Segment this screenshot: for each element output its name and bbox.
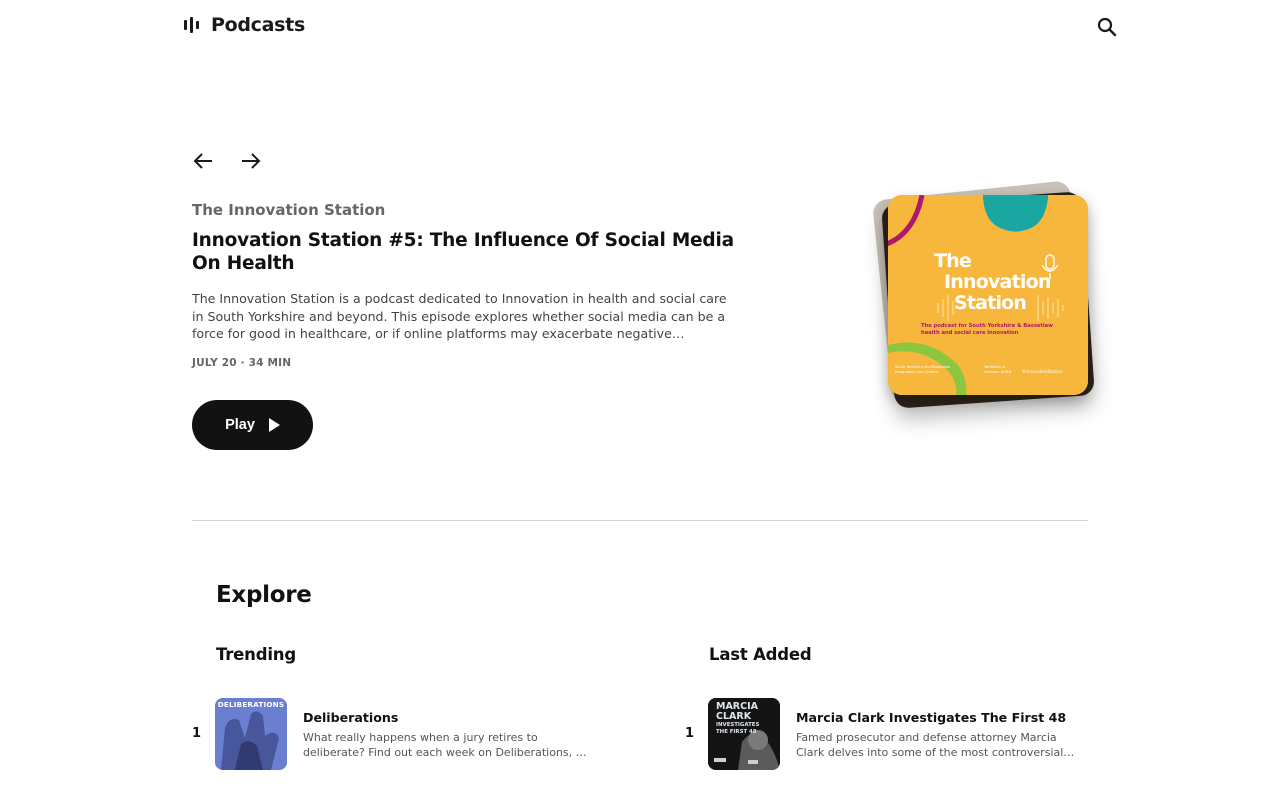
trending-heading[interactable]: Trending [216, 645, 296, 664]
podcast-description: Famed prosecutor and defense attorney Ma… [796, 731, 1064, 759]
episode-artwork: The Innovation Station The podcast for S… [888, 195, 1088, 395]
artwork-title-line: Innovation [944, 271, 1051, 293]
rank-number: 1 [192, 726, 202, 741]
search-icon [1097, 17, 1117, 37]
section-divider [192, 520, 1088, 521]
podcast-bars-icon [184, 17, 202, 33]
explore-heading: Explore [216, 582, 312, 608]
podcast-thumbnail: DELIBERATIONS [215, 698, 287, 770]
show-name-link[interactable]: The Innovation Station [192, 201, 385, 219]
app-title: Podcasts [211, 14, 305, 36]
episode-meta: JULY 20 · 34 MIN [192, 357, 292, 369]
search-button[interactable] [1096, 16, 1118, 38]
artwork-title-line: The [934, 250, 972, 272]
thumbnail-line: INVESTIGATES [716, 722, 760, 728]
brand[interactable]: Podcasts [184, 14, 305, 36]
thumbnail-line: CLARK [716, 711, 752, 722]
podcast-title: Marcia Clark Investigates The First 48 [796, 710, 1067, 725]
next-button[interactable] [240, 148, 262, 174]
artwork-footer-right: #innovationStation [1022, 369, 1063, 374]
previous-button[interactable] [192, 148, 214, 174]
podcast-description: What really happens when a jury retires … [303, 731, 583, 759]
carousel-nav [192, 148, 262, 174]
play-label: Play [225, 417, 255, 433]
artwork-footer-mid: Yorkshire & Humber AHSN [984, 364, 1012, 374]
arrow-left-icon [193, 153, 212, 169]
episode-artwork-stack[interactable]: The Innovation Station The podcast for S… [868, 180, 1108, 430]
thumbnail-line: THE FIRST 48 [716, 729, 757, 735]
app-window: Podcasts The Innovation Station Innovati… [0, 0, 1280, 798]
podcast-title: Deliberations [303, 710, 399, 725]
top-bar: Podcasts [184, 14, 1120, 42]
list-item[interactable]: 1 DELIBERATIONS Deliberations What reall… [192, 698, 584, 770]
play-icon [268, 418, 280, 432]
last-added-heading[interactable]: Last Added [709, 645, 812, 664]
artwork-footer-left: South Yorkshire and Bassetlaw Integrated… [895, 365, 951, 374]
play-button[interactable]: Play [192, 400, 313, 450]
artwork-tagline: The podcast for South Yorkshire & Basset… [921, 323, 1053, 336]
episode-description: The Innovation Station is a podcast dedi… [192, 291, 727, 341]
thumbnail-title: DELIBERATIONS [217, 700, 285, 709]
podcast-thumbnail: MARCIA CLARK INVESTIGATES THE FIRST 48 [708, 698, 780, 770]
arrow-right-icon [242, 153, 261, 169]
episode-title[interactable]: Innovation Station #5: The Influence Of … [192, 229, 752, 275]
list-item[interactable]: 1 MARCIA CLARK INVESTIGATES THE FIRST 48… [685, 698, 1077, 770]
rank-number: 1 [685, 726, 695, 741]
artwork-title-line: Station [954, 292, 1027, 314]
